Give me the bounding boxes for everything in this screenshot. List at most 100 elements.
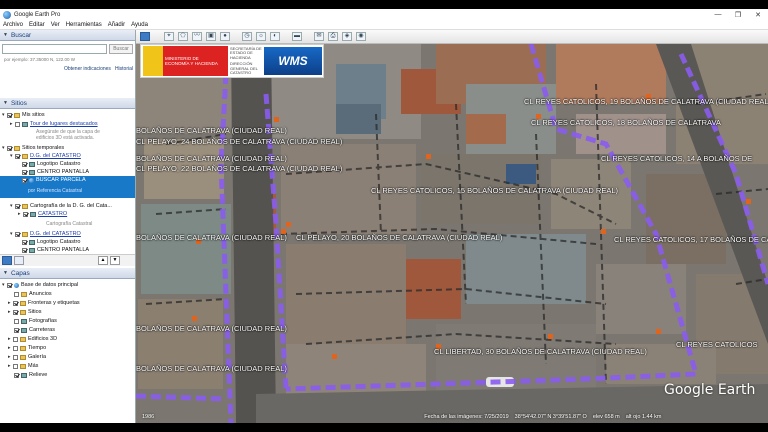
checkbox[interactable] [14, 318, 19, 324]
tree-item-label[interactable]: CATASTRO [38, 211, 67, 217]
parcel-label[interactable]: BOLAÑOS DE CALATRAVA (CIUDAD REAL) [136, 233, 287, 242]
search-button[interactable]: Buscar [109, 44, 133, 54]
parcel-label[interactable]: CL LIBERTAD, 30 BOLAÑOS DE CALATRAVA (CI… [434, 347, 647, 356]
menu-ayuda[interactable]: Ayuda [128, 22, 151, 28]
menu-anadir[interactable]: Añadir [105, 22, 128, 28]
layers-panel-header[interactable]: ▼ Capas [0, 268, 135, 279]
tree-item-label[interactable]: Tour de lugares destacados [30, 121, 98, 127]
tree-item-catastro[interactable]: ▸ CATASTRO [0, 210, 135, 218]
print-icon[interactable]: ⎙ [328, 32, 338, 41]
tree-item-logotipo-2[interactable]: Logotipo Catastro [0, 238, 135, 246]
planets-icon[interactable]: ◐ [270, 32, 280, 41]
search-input[interactable] [2, 44, 107, 54]
places-panel-header[interactable]: ▼ Sitios [0, 98, 135, 109]
parcel-label[interactable]: BOLAÑOS DE CALATRAVA (CIUDAD REAL) [136, 154, 287, 163]
tree-item-sitios-temporales[interactable]: ▾ Sitios temporales [0, 144, 135, 152]
parcel-label[interactable]: BOLAÑOS DE CALATRAVA (CIUDAD REAL) [136, 324, 287, 333]
menu-archivo[interactable]: Archivo [0, 22, 26, 28]
tree-item-logotipo[interactable]: Logotipo Catastro [0, 160, 135, 168]
layer-galeria[interactable]: ▸ Galería [0, 353, 135, 361]
checkbox[interactable] [22, 161, 27, 167]
tree-item-mis-sitios[interactable]: ▾ Mis sitios [0, 111, 135, 119]
checkbox[interactable] [15, 203, 20, 209]
layer-sitios[interactable]: ▸ Sitios [0, 308, 135, 316]
panel-toggle-icon[interactable] [14, 256, 24, 265]
parcel-label[interactable]: CL REYES CATOLICOS, 17 BOLAÑOS DE CAL [614, 235, 768, 244]
timeline-year[interactable]: 1986 [142, 414, 154, 420]
layer-tiempo[interactable]: ▸ Tiempo [0, 344, 135, 352]
checkbox[interactable] [22, 239, 27, 245]
checkbox[interactable] [13, 336, 18, 342]
tree-item-dg-catastro-2[interactable]: ▾ D.G. del CATASTRO [0, 230, 135, 238]
checkbox[interactable] [13, 345, 18, 351]
checkbox[interactable] [13, 300, 18, 306]
move-up-button[interactable]: ▲ [98, 256, 108, 265]
maximize-button[interactable]: ❐ [728, 11, 748, 19]
checkbox[interactable] [13, 363, 18, 369]
layer-carreteras[interactable]: Carreteras [0, 326, 135, 334]
history-icon[interactable]: ◷ [242, 32, 252, 41]
checkbox[interactable] [22, 177, 27, 183]
checkbox[interactable] [7, 145, 12, 151]
tree-item-label[interactable]: D.G. del CATASTRO [30, 231, 81, 237]
checkbox[interactable] [22, 169, 27, 175]
menu-ver[interactable]: Ver [48, 22, 63, 28]
move-down-button[interactable]: ▼ [110, 256, 120, 265]
maps-icon[interactable]: ◈ [342, 32, 352, 41]
parcel-label[interactable]: CL PELAYO, 20 BOLAÑOS DE CALATRAVA (CIUD… [296, 233, 502, 242]
tree-item-centro-pantalla[interactable]: CENTRO PANTALLA [0, 168, 135, 176]
tree-item-cartografia[interactable]: ▾ Cartografía de la D. G. del Cata... [0, 202, 135, 210]
path-icon[interactable]: 〰 [192, 32, 202, 41]
kml-icon[interactable]: ◉ [356, 32, 366, 41]
checkbox[interactable] [7, 282, 12, 288]
layer-base-datos[interactable]: ▾ Base de datos principal [0, 281, 135, 289]
tree-item-label[interactable]: D.G. del CATASTRO [30, 153, 81, 159]
checkbox[interactable] [13, 354, 18, 360]
ruler-icon[interactable]: ▬ [292, 32, 302, 41]
layer-edificios[interactable]: ▸ Edificios 3D [0, 335, 135, 343]
checkbox[interactable] [14, 327, 19, 333]
checkbox[interactable] [13, 309, 18, 315]
search-in-places-icon[interactable] [2, 256, 12, 265]
minimize-button[interactable]: — [708, 11, 728, 18]
parcel-label[interactable]: CL PELAYO, 24 BOLAÑOS DE CALATRAVA (CIUD… [136, 137, 342, 146]
get-directions-link[interactable]: Obtener indicaciones [64, 66, 111, 72]
parcel-label[interactable]: CL REYES CATOLICOS, 14 A BOLAÑOS DE [601, 154, 752, 163]
layer-mas[interactable]: ▸ Más [0, 362, 135, 370]
parcel-label[interactable]: CL REYES CATOLICOS [676, 340, 758, 349]
sidebar-icon[interactable] [140, 32, 150, 41]
history-link[interactable]: Historial [115, 66, 133, 72]
tree-item-description[interactable]: por Referencia Catastral [0, 184, 135, 198]
polygon-icon[interactable]: ⬠ [178, 32, 188, 41]
placemark-icon[interactable]: ⌖ [164, 32, 174, 41]
menu-editar[interactable]: Editar [26, 22, 48, 28]
menu-herramientas[interactable]: Herramientas [63, 22, 105, 28]
parcel-label[interactable]: BOLAÑOS DE CALATRAVA (CIUDAD REAL) [136, 364, 287, 373]
search-panel-header[interactable]: ▼ Buscar [0, 30, 135, 41]
tree-item-dg-catastro[interactable]: ▾ D.G. del CATASTRO [0, 152, 135, 160]
layer-relieve[interactable]: Relieve [0, 371, 135, 379]
tour-icon[interactable]: ● [220, 32, 230, 41]
parcel-label[interactable]: CL PELAYO, 22 BOLAÑOS DE CALATRAVA (CIUD… [136, 164, 342, 173]
email-icon[interactable]: ✉ [314, 32, 324, 41]
checkbox[interactable] [14, 291, 19, 297]
tree-item-tour[interactable]: ▸ Tour de lugares destacados [0, 120, 135, 128]
tree-item-centro-pantalla-2[interactable]: CENTRO PANTALLA [0, 246, 135, 254]
close-button[interactable]: ✕ [748, 11, 768, 19]
map-view[interactable]: MINISTERIO DE ECONOMÍA Y HACIENDA SECRET… [136, 44, 768, 423]
layer-fronteras[interactable]: ▸ Fronteras y etiquetas [0, 299, 135, 307]
sun-icon[interactable]: ☼ [256, 32, 266, 41]
checkbox[interactable] [22, 247, 27, 253]
layer-anuncios[interactable]: Anuncios [0, 290, 135, 298]
layer-fotografias[interactable]: Fotografías [0, 317, 135, 325]
overlay-icon[interactable]: ▣ [206, 32, 216, 41]
checkbox[interactable] [14, 372, 19, 378]
checkbox[interactable] [15, 231, 20, 237]
parcel-label[interactable]: CL REYES CATOLICOS, 19 BOLAÑOS DE CALATR… [524, 97, 768, 106]
checkbox[interactable] [23, 211, 28, 217]
tree-item-buscar-parcela[interactable]: BUSCAR PARCELA [0, 176, 135, 184]
checkbox[interactable] [15, 153, 20, 159]
parcel-label[interactable]: CL REYES CATOLICOS, 18 BOLAÑOS DE CALATR… [531, 118, 721, 127]
parcel-label[interactable]: BOLAÑOS DE CALATRAVA (CIUDAD REAL) [136, 126, 287, 135]
checkbox[interactable] [15, 121, 20, 127]
